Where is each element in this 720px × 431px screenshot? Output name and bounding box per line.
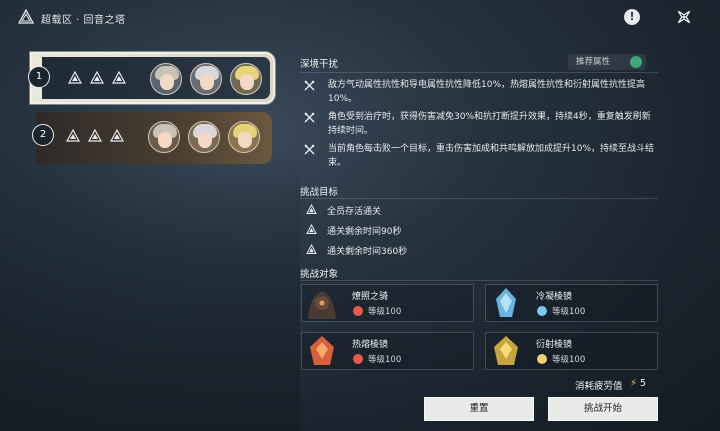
reset-button[interactable]: 重置: [424, 397, 534, 421]
objective-item: 通关剩余时间90秒: [306, 224, 401, 237]
crossed-swords-icon: [304, 112, 315, 123]
info-alert-icon[interactable]: !: [624, 9, 640, 25]
recommended-attribute-label: 推荐属性: [576, 57, 611, 67]
objective-triangle-icon: [306, 204, 317, 214]
enemy-portrait: [496, 288, 516, 317]
objective-triangle-icon: [306, 224, 317, 234]
enemy-portrait: [308, 291, 336, 319]
enemy-card[interactable]: 燎照之骑 等级100: [301, 284, 474, 322]
stamina-cost-value: 5: [640, 378, 647, 389]
lightning-bolt-icon: ⚡: [630, 378, 638, 389]
enemy-level: 等级100: [552, 307, 586, 317]
enemy-level: 等级100: [368, 307, 402, 317]
enemy-card[interactable]: 衍射棱镜 等级100: [485, 332, 658, 370]
objective-triangle-icon: [110, 129, 124, 142]
objective-text: 通关剩余时间90秒: [327, 227, 402, 237]
divider: [300, 198, 658, 199]
spectro-element-icon: [537, 354, 547, 364]
objective-triangle-icon: [112, 71, 126, 84]
enemy-name: 衍射棱镜: [536, 340, 573, 350]
enemy-portrait: [310, 336, 334, 365]
stamina-cost-label: 消耗疲劳值: [575, 381, 623, 392]
objective-text: 全员存活通关: [327, 207, 382, 217]
effect-text: 敌方气动属性抗性和导电属性抗性降低10%，热熔属性抗性和衍射属性抗性提高10%。: [328, 80, 646, 104]
enemy-card[interactable]: 冷凝棱镜 等级100: [485, 284, 658, 322]
tower-effects-title: 深境干扰: [300, 59, 339, 70]
objective-item: 通关剩余时间360秒: [306, 244, 407, 257]
objective-triangle-icon: [88, 129, 102, 142]
enemy-portrait: [494, 336, 518, 365]
tower-logo-icon: [18, 9, 34, 24]
objective-text: 通关剩余时间360秒: [327, 247, 408, 257]
enemy-level: 等级100: [552, 355, 586, 365]
team-character-avatar: [148, 121, 180, 153]
effect-text: 角色受到治疗时，获得伤害减免30%和抗打断提升效果，持续4秒，重复触发刷新持续时…: [328, 112, 651, 136]
effect-item: 角色受到治疗时，获得伤害减免30%和抗打断提升效果，持续4秒，重复触发刷新持续时…: [304, 110, 654, 138]
enemies-title: 挑战对象: [300, 269, 339, 280]
fusion-element-icon: [353, 306, 363, 316]
team-character-avatar: [228, 121, 260, 153]
objective-triangle-icon: [90, 71, 104, 84]
floor-number: 1: [28, 66, 50, 88]
objectives-title: 挑战目标: [300, 187, 339, 198]
objective-triangle-icon: [306, 244, 317, 254]
floor-card-2[interactable]: 2: [32, 112, 272, 164]
divider: [300, 72, 658, 73]
divider: [300, 280, 658, 281]
objective-triangle-icon: [68, 71, 82, 84]
enemy-level: 等级100: [368, 355, 402, 365]
team-character-avatar: [150, 63, 182, 95]
start-challenge-button[interactable]: 挑战开始: [548, 397, 658, 421]
enemy-name: 热熔棱镜: [352, 340, 389, 350]
effect-text: 当前角色每击败一个目标，重击伤害加成和共鸣解放加成提升10%，持续至战斗结束。: [328, 144, 655, 168]
objective-triangle-icon: [66, 129, 80, 142]
team-character-avatar: [230, 63, 262, 95]
top-bar: 超载区 · 回音之塔 !: [0, 0, 720, 34]
effect-item: 敌方气动属性抗性和导电属性抗性降低10%，热熔属性抗性和衍射属性抗性提高10%。: [304, 78, 654, 106]
enemy-card[interactable]: 热熔棱镜 等级100: [301, 332, 474, 370]
objective-item: 全员存活通关: [306, 204, 381, 217]
enemy-name: 冷凝棱镜: [536, 292, 573, 302]
breadcrumb: 超载区 · 回音之塔: [41, 15, 126, 26]
team-character-avatar: [190, 63, 222, 95]
fusion-element-icon: [353, 354, 363, 364]
recommended-attribute-tag[interactable]: 推荐属性: [568, 54, 646, 70]
enemy-name: 燎照之骑: [352, 292, 389, 302]
effect-item: 当前角色每击败一个目标，重击伤害加成和共鸣解放加成提升10%，持续至战斗结束。: [304, 142, 654, 170]
glacio-element-icon: [537, 306, 547, 316]
crossed-swords-icon: [304, 80, 315, 91]
team-character-avatar: [188, 121, 220, 153]
floor-card-1[interactable]: 1: [28, 52, 275, 104]
crossed-swords-icon: [304, 144, 315, 155]
floor-number: 2: [32, 124, 54, 146]
aero-element-icon: [630, 56, 642, 68]
close-icon[interactable]: [674, 7, 694, 27]
